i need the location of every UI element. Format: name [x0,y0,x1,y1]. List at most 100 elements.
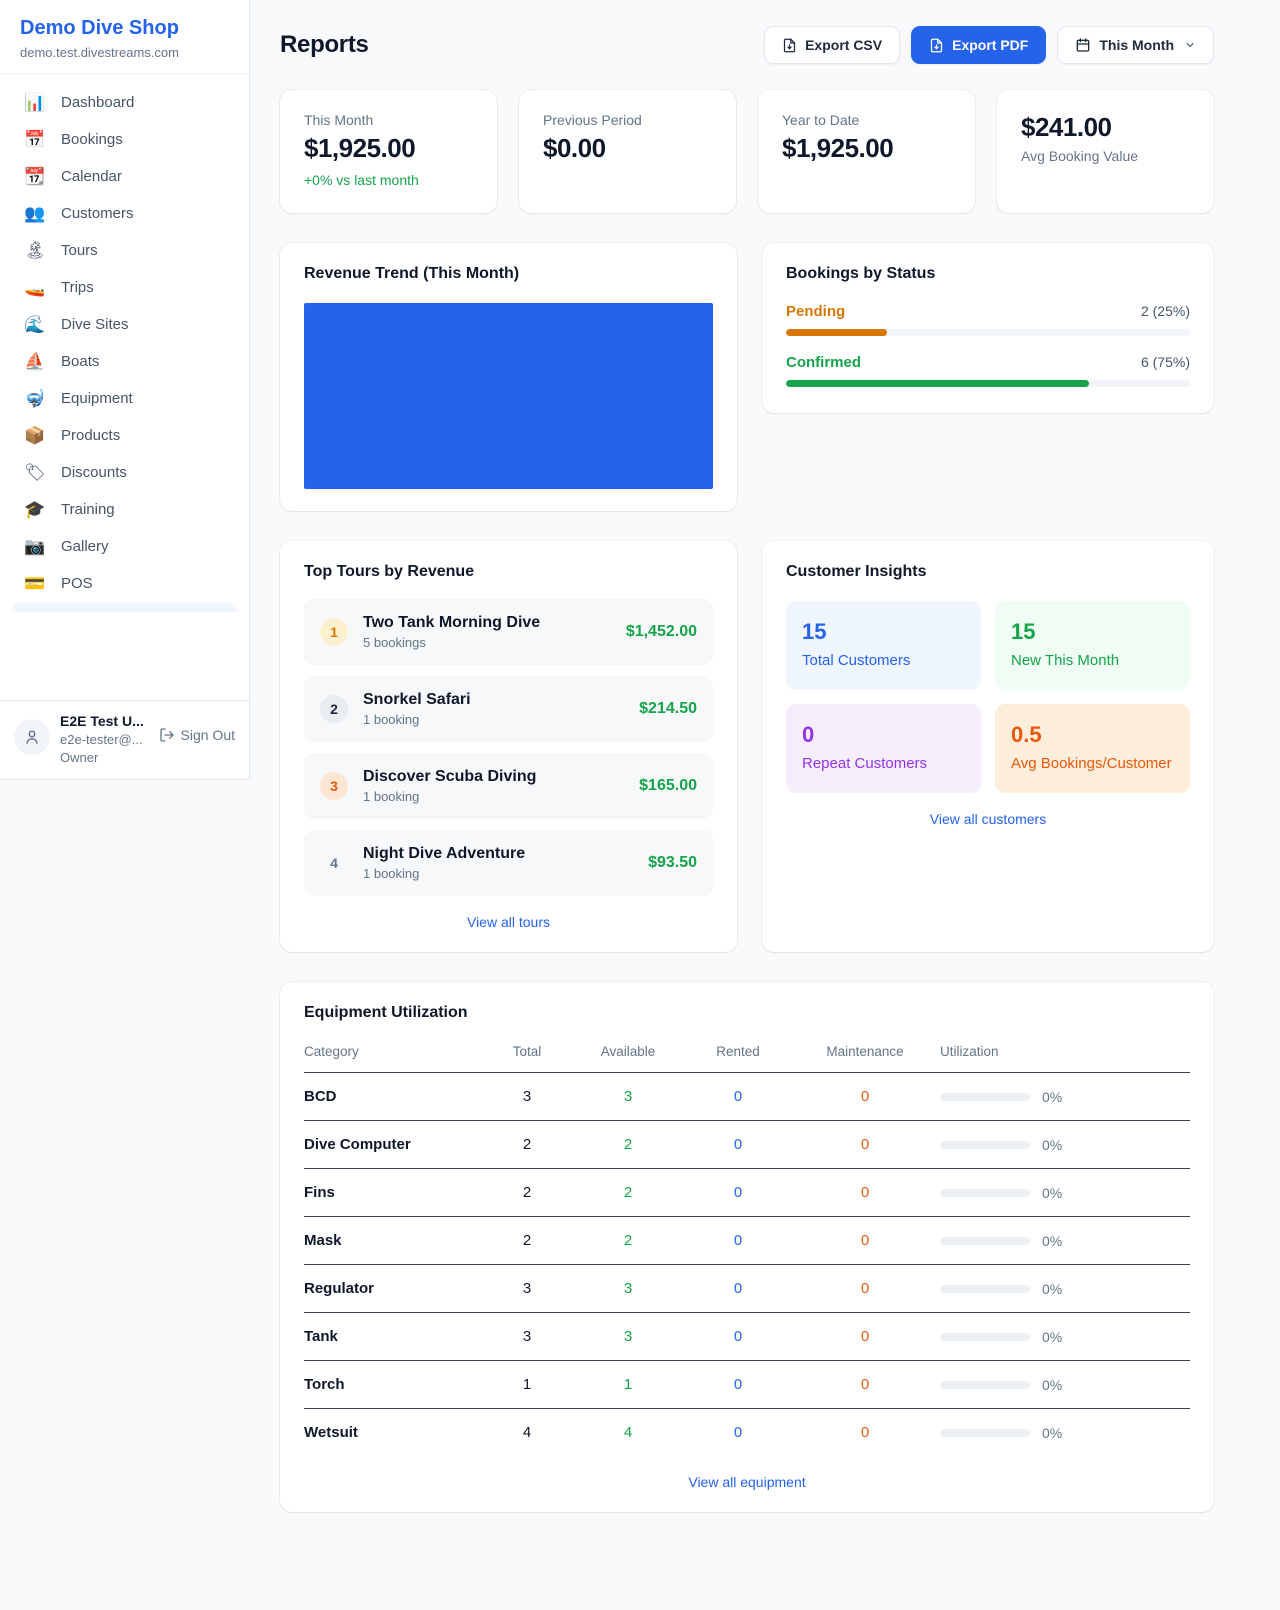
cell-utilization: 0% [940,1425,1190,1441]
insight-tiles: 15 Total Customers 15 New This Month 0 R… [786,601,1190,793]
view-all-tours-link[interactable]: View all tours [304,914,713,930]
stat-label: Year to Date [782,112,951,128]
progress-fill [786,380,1089,387]
sidebar-item-trips[interactable]: 🚤 Trips [12,269,237,306]
bookings-by-status-card: Bookings by Status Pending 2 (25%) Confi… [762,243,1214,413]
sidebar-item-label: Bookings [61,131,123,148]
period-dropdown[interactable]: This Month [1057,26,1214,64]
cell-category: Wetsuit [304,1424,484,1441]
stat-delta: +0% vs last month [304,172,473,188]
sidebar-item-label: Trips [61,279,94,296]
tour-amount: $165.00 [639,777,697,795]
sidebar-item-label: POS [61,575,93,592]
sidebar-item-bookings[interactable]: 📅 Bookings [12,121,237,158]
cell-available: 1 [570,1376,686,1393]
sign-out-label: Sign Out [181,727,235,743]
export-csv-button[interactable]: Export CSV [764,26,900,64]
period-label: This Month [1099,37,1174,53]
table-row: Fins 2 2 0 0 0% [304,1169,1190,1217]
cell-available: 3 [570,1280,686,1297]
sidebar-item-gallery[interactable]: 📷 Gallery [12,528,237,565]
utilization-label: 0% [1042,1233,1062,1249]
tile-label: New This Month [1011,652,1174,669]
tile-label: Avg Bookings/Customer [1011,755,1174,772]
tag-icon: 🏷 [24,464,46,481]
tour-amount: $93.50 [648,854,697,872]
sidebar-item-equipment[interactable]: 🤿 Equipment [12,380,237,417]
cell-available: 3 [570,1328,686,1345]
cell-utilization: 0% [940,1377,1190,1393]
tour-name: Two Tank Morning Dive [363,614,540,632]
customer-insights-title: Customer Insights [786,563,1190,581]
sidebar-item-discounts[interactable]: 🏷 Discounts [12,454,237,491]
sidebar-nav: 📊 Dashboard 📅 Bookings 📆 Calendar 👥 Cust… [0,74,249,700]
status-label: Pending [786,303,845,320]
tile-new-this-month: 15 New This Month [995,601,1190,690]
cell-category: Regulator [304,1280,484,1297]
view-all-equipment-link[interactable]: View all equipment [304,1474,1190,1490]
table-row: Mask 2 2 0 0 0% [304,1217,1190,1265]
cell-available: 2 [570,1136,686,1153]
tour-amount: $1,452.00 [626,623,697,641]
utilization-bar [940,1141,1030,1149]
equipment-utilization-title: Equipment Utilization [304,1004,1190,1022]
sidebar-item-label: Training [61,501,115,518]
stat-card-this-month: This Month $1,925.00 +0% vs last month [280,90,497,213]
cell-utilization: 0% [940,1329,1190,1345]
bar-chart-icon: 📊 [24,94,46,111]
sign-out-button[interactable]: Sign Out [159,727,235,743]
cell-maintenance: 0 [790,1232,940,1249]
utilization-bar [940,1093,1030,1101]
sidebar-item-label: Boats [61,353,99,370]
cell-rented: 0 [686,1376,790,1393]
sidebar-header: Demo Dive Shop demo.test.divestreams.com [0,0,249,74]
sidebar-item-calendar[interactable]: 📆 Calendar [12,158,237,195]
tile-avg-bookings-customer: 0.5 Avg Bookings/Customer [995,704,1190,793]
cell-category: BCD [304,1088,484,1105]
user-name: E2E Test U... [60,713,144,729]
sidebar: Demo Dive Shop demo.test.divestreams.com… [0,0,250,780]
sidebar-item-boats[interactable]: ⛵ Boats [12,343,237,380]
utilization-bar [940,1429,1030,1437]
logout-icon [159,727,175,743]
cell-category: Tank [304,1328,484,1345]
sidebar-item-customers[interactable]: 👥 Customers [12,195,237,232]
utilization-label: 0% [1042,1089,1062,1105]
sidebar-item-label: Gallery [61,538,109,555]
col-utilization: Utilization [940,1044,1190,1059]
tile-value: 15 [802,619,965,645]
sidebar-item-label: Tours [61,242,98,259]
cell-maintenance: 0 [790,1088,940,1105]
cell-utilization: 0% [940,1185,1190,1201]
sidebar-item-dashboard[interactable]: 📊 Dashboard [12,84,237,121]
sidebar-item-tours[interactable]: 🏝 Tours [12,232,237,269]
sidebar-item-reports-active-partial[interactable] [12,603,237,612]
export-pdf-button[interactable]: Export PDF [911,26,1046,64]
stat-label: Avg Booking Value [1021,148,1190,164]
utilization-label: 0% [1042,1329,1062,1345]
camera-icon: 📷 [24,538,46,555]
person-icon [23,728,41,746]
sidebar-item-training[interactable]: 🎓 Training [12,491,237,528]
cell-total: 2 [484,1184,570,1201]
table-header-row: Category Total Available Rented Maintena… [304,1030,1190,1073]
user-meta: E2E Test U... e2e-tester@... Owner [60,713,144,765]
rank-badge: 3 [320,772,348,800]
utilization-label: 0% [1042,1281,1062,1297]
sidebar-item-label: Discounts [61,464,127,481]
stat-label: Previous Period [543,112,712,128]
utilization-label: 0% [1042,1425,1062,1441]
view-all-customers-link[interactable]: View all customers [786,811,1190,827]
table-row: BCD 3 3 0 0 0% [304,1073,1190,1121]
header-actions: Export CSV Export PDF This Month [764,26,1214,64]
cell-category: Dive Computer [304,1136,484,1153]
export-csv-label: Export CSV [805,37,882,53]
tile-total-customers: 15 Total Customers [786,601,981,690]
sidebar-item-products[interactable]: 📦 Products [12,417,237,454]
cell-rented: 0 [686,1136,790,1153]
sidebar-item-dive-sites[interactable]: 🌊 Dive Sites [12,306,237,343]
calendar-icon [1075,37,1091,53]
utilization-bar [940,1189,1030,1197]
cell-total: 3 [484,1280,570,1297]
sidebar-item-pos[interactable]: 💳 POS [12,565,237,602]
